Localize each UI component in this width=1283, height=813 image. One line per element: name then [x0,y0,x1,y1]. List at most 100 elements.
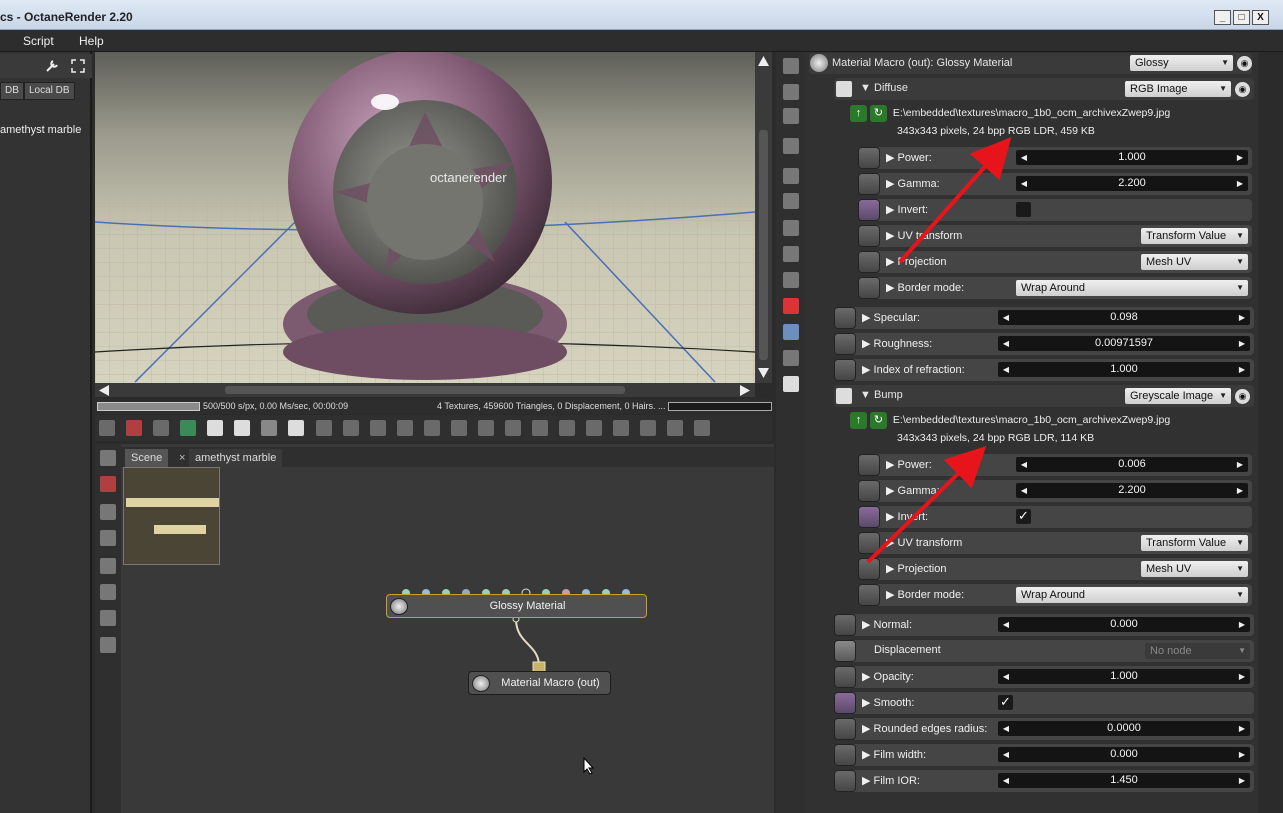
normal-pin-icon[interactable] [834,614,856,636]
pick-icon[interactable] [100,476,116,492]
power-pin-icon[interactable] [858,454,880,476]
stack-icon[interactable] [783,324,799,340]
bump-expand-icon[interactable]: ▼ [860,389,871,401]
displacement-pin-icon[interactable] [834,640,856,662]
scroll-thumb[interactable] [759,130,768,360]
render-viewport[interactable]: octanerender [95,52,755,383]
rounded-pin-icon[interactable] [834,718,856,740]
stop-icon[interactable] [207,420,224,436]
gamma-pin-icon[interactable] [858,173,880,195]
export-icon[interactable] [613,420,630,436]
camera-icon[interactable] [783,168,799,184]
scroll-thumb[interactable] [225,386,625,394]
eye-icon[interactable]: ◉ [1235,389,1250,404]
texture-icon[interactable] [783,272,799,288]
disabled-icon[interactable] [100,637,116,653]
projection-pin-icon[interactable] [858,251,880,273]
load-texture-icon[interactable]: ↑ [850,412,867,429]
viewport-horizontal-scrollbar[interactable] [95,383,755,397]
fit-icon[interactable] [100,530,116,546]
bump-type-select[interactable]: Greyscale Image ▼ [1125,388,1231,404]
bump-power-slider[interactable]: ◀ 0.006 ▶ [1016,457,1248,472]
bump-invert-checkbox[interactable]: ✓ [1016,509,1031,524]
close-button[interactable]: X [1252,10,1269,25]
reload-icon[interactable]: ↻ [870,105,887,122]
bump-projection-select[interactable]: Mesh UV ▼ [1141,561,1248,577]
diffuse-section[interactable]: ▼ Diffuse RGB Image ▼ ◉ [834,78,1254,100]
camera-icon[interactable] [423,420,440,436]
add-node-icon[interactable] [100,558,116,574]
cube-icon[interactable] [783,298,799,314]
roughness-pin-icon[interactable] [834,333,856,355]
camera-settings-icon[interactable] [783,58,799,74]
cycle-icon[interactable] [100,450,116,466]
material-type-select[interactable]: Glossy ▼ [1130,55,1233,71]
preview-icon[interactable] [100,610,116,626]
inspector-scrollbar[interactable] [1258,52,1283,813]
bump-gamma-slider[interactable]: ◀ 2.200 ▶ [1016,483,1248,498]
invert-pin-icon[interactable] [858,199,880,221]
uv-pin-icon[interactable] [858,532,880,554]
invert-pin-icon[interactable] [858,506,880,528]
gamma-pin-icon[interactable] [858,480,880,502]
menu-help[interactable]: Help [79,34,104,48]
eye-icon[interactable]: ◉ [1237,56,1252,71]
bump-pin-icon[interactable] [836,388,852,404]
smooth-pin-icon[interactable] [834,692,856,714]
projection-pin-icon[interactable] [858,558,880,580]
region-icon[interactable] [315,420,332,436]
ior-pin-icon[interactable] [834,359,856,381]
material-icon[interactable] [100,584,116,600]
list-icon[interactable] [783,108,799,124]
paste-icon[interactable] [586,420,603,436]
power-pin-icon[interactable] [858,147,880,169]
load-texture-icon[interactable]: ↑ [850,105,867,122]
opacity-slider[interactable]: ◀ 1.000 ▶ [998,669,1250,684]
reload-icon[interactable]: ↻ [870,412,887,429]
film-ior-pin-icon[interactable] [834,770,856,792]
lock-icon[interactable] [477,420,494,436]
monitor-icon[interactable] [783,193,799,209]
diffuse-invert-checkbox[interactable] [1016,202,1031,217]
tab-local-db[interactable]: Local DB [24,82,75,100]
minimize-button[interactable]: _ [1214,10,1231,25]
ior-slider[interactable]: ◀ 1.000 ▶ [998,362,1250,377]
picture-icon[interactable] [783,350,799,366]
fullscreen-icon[interactable] [70,58,86,74]
menu-script[interactable]: Script [23,34,54,48]
normal-slider[interactable]: ◀ 0.000 ▶ [998,617,1250,632]
diffuse-expand-icon[interactable]: ▼ [860,82,871,94]
shapes-icon[interactable] [783,246,799,262]
image-icon[interactable] [640,420,657,436]
material-picker-icon[interactable] [180,420,197,436]
settings-icon[interactable] [504,420,521,436]
tab-db[interactable]: DB [0,82,24,100]
color-picker-icon[interactable] [369,420,386,436]
displacement-select[interactable]: No node ▼ [1145,643,1250,659]
bump-section[interactable]: ▼ Bump Greyscale Image ▼ ◉ [834,385,1254,407]
viewport-vertical-scrollbar[interactable] [755,52,772,383]
white-balance-icon[interactable] [396,420,413,436]
film-ior-slider[interactable]: ◀ 1.450 ▶ [998,773,1250,788]
maximize-button[interactable]: □ [1233,10,1250,25]
diffuse-border-select[interactable]: Wrap Around ▼ [1016,280,1248,296]
wrench-icon[interactable] [694,420,711,436]
gizmo-icon[interactable] [532,420,548,436]
diffuse-type-select[interactable]: RGB Image ▼ [1125,81,1231,97]
diffuse-pin-icon[interactable] [836,81,852,97]
scroll-down-icon[interactable] [758,368,769,378]
bounds-icon[interactable] [450,420,467,436]
specular-slider[interactable]: ◀ 0.098 ▶ [998,310,1250,325]
wrench-icon[interactable] [44,58,60,74]
material-macro-out-node[interactable]: Material Macro (out) [468,671,611,695]
pause-icon[interactable] [261,420,278,436]
smooth-checkbox[interactable]: ✓ [998,695,1013,710]
copy-icon[interactable] [559,420,576,436]
opacity-pin-icon[interactable] [834,666,856,688]
film-width-slider[interactable]: ◀ 0.000 ▶ [998,747,1250,762]
uv-pin-icon[interactable] [858,225,880,247]
bump-border-select[interactable]: Wrap Around ▼ [1016,587,1248,603]
film-width-pin-icon[interactable] [834,744,856,766]
specular-pin-icon[interactable] [834,307,856,329]
database-icon[interactable] [783,220,799,236]
